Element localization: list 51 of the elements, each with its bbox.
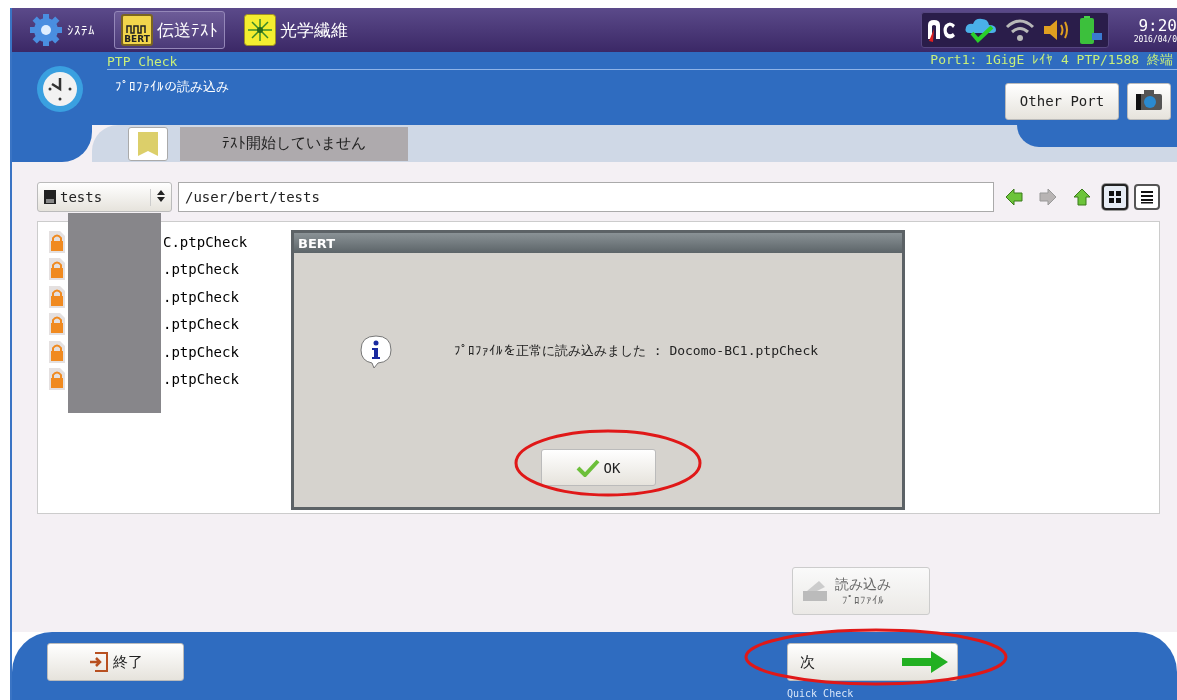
checkmark-icon xyxy=(575,458,600,477)
camera-icon xyxy=(1135,88,1163,111)
path-field[interactable]: /user/bert/tests xyxy=(178,182,994,212)
logo-icon xyxy=(926,17,958,43)
starburst-icon xyxy=(244,14,276,46)
lock-file-icon xyxy=(48,367,66,392)
app-tab[interactable]: ｼｽﾃﾑ xyxy=(22,11,102,49)
page-title: ﾌﾟﾛﾌｧｲﾙの読み込み xyxy=(115,78,229,96)
file-name[interactable]: .ptpCheck xyxy=(163,316,239,333)
right-arrow-icon xyxy=(901,650,949,674)
file-name[interactable]: .ptpCheck xyxy=(163,261,239,278)
app-tab[interactable]: 光学繊維 xyxy=(237,11,355,49)
dialog-title: BERT xyxy=(294,233,902,253)
next-button[interactable]: 次 xyxy=(787,643,958,681)
drive-icon xyxy=(44,190,56,204)
clock-date: 2016/04/0 xyxy=(1133,35,1177,44)
exit-icon xyxy=(88,651,109,673)
gear-icon xyxy=(29,13,63,47)
waveform-icon: BERT xyxy=(121,14,153,46)
other-port-button[interactable]: Other Port xyxy=(1005,82,1119,120)
wifi-icon xyxy=(1004,17,1036,43)
clock-time: 9:20 xyxy=(1138,16,1177,35)
lock-file-icon xyxy=(48,339,66,364)
lock-file-icon xyxy=(48,257,66,282)
folder-dropdown[interactable]: tests xyxy=(37,182,172,212)
next-caption: Quick Check xyxy=(787,688,855,699)
bookmark-icon xyxy=(137,130,159,157)
ok-button[interactable]: OK xyxy=(540,449,656,486)
list-view-button[interactable] xyxy=(1134,184,1160,210)
lock-file-icon xyxy=(48,229,66,254)
exit-button[interactable]: 終了 xyxy=(47,643,184,681)
app-title: PTP Check xyxy=(107,54,178,69)
file-name[interactable]: .ptpCheck xyxy=(163,371,239,388)
grid-icon xyxy=(1107,189,1123,205)
grid-view-button[interactable] xyxy=(1102,184,1128,210)
app-tab[interactable]: BERT 伝送ﾃｽﾄ xyxy=(114,11,225,49)
info-icon xyxy=(357,333,394,369)
lock-file-icon xyxy=(48,284,66,309)
clock-icon[interactable] xyxy=(35,64,84,113)
test-status: ﾃｽﾄ開始していません xyxy=(180,126,408,161)
file-name[interactable]: C.ptpCheck xyxy=(163,233,248,250)
lock-file-icon xyxy=(48,312,66,337)
dialog-message: ﾌﾟﾛﾌｧｲﾙを正常に読み込みました : Docomo-BC1.ptpCheck xyxy=(453,342,819,360)
battery-icon xyxy=(1078,15,1104,45)
cloud-check-icon xyxy=(964,17,998,43)
camera-button[interactable] xyxy=(1127,82,1171,120)
file-name[interactable]: .ptpCheck xyxy=(163,288,239,305)
file-name[interactable]: .ptpCheck xyxy=(163,343,239,360)
up-down-caret-icon xyxy=(157,188,165,203)
port-info: Port1: 1GigE ﾚｲﾔ 4 PTP/1588 終端 xyxy=(930,51,1173,69)
list-icon xyxy=(1139,189,1155,205)
